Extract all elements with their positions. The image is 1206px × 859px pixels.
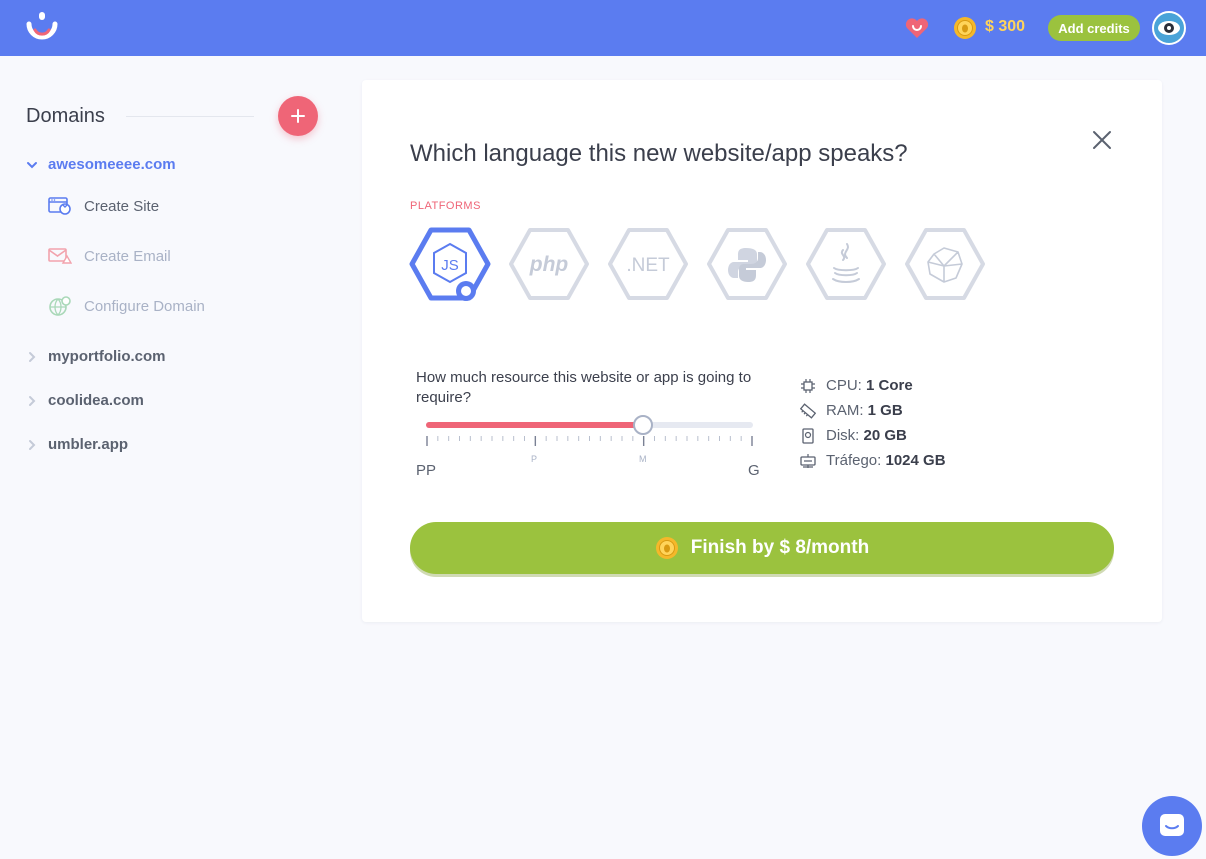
dotnet-label: .NET <box>626 255 670 276</box>
modal-title: Which language this new website/app spea… <box>410 140 908 167</box>
spec-traffic: Tráfego: 1024 GB <box>800 452 946 469</box>
globe-icon <box>49 296 71 316</box>
php-icon[interactable]: php <box>508 226 590 304</box>
spec-cpu-value: 1 Core <box>866 377 913 394</box>
spec-traffic-value: 1024 GB <box>885 452 946 469</box>
spec-cpu-label: CPU: <box>826 377 862 394</box>
create-site-label: Create Site <box>84 197 160 215</box>
spec-disk: Disk: 20 GB <box>800 427 907 444</box>
disk-icon <box>802 427 814 444</box>
user-avatar-icon <box>1154 13 1184 43</box>
resource-slider[interactable] <box>426 415 753 435</box>
python-icon[interactable] <box>706 226 788 304</box>
chevron-right-icon <box>29 351 36 362</box>
spec-disk-value: 20 GB <box>863 427 907 444</box>
resource-question: How much resource this website or app is… <box>416 369 752 406</box>
umbler-logo-icon[interactable] <box>24 10 60 46</box>
scale-label-end: G <box>748 462 760 479</box>
nodejs-icon[interactable]: JS <box>409 226 491 304</box>
domain-item-myportfolio[interactable]: myportfolio.com <box>26 348 166 365</box>
spec-disk-label: Disk: <box>826 427 860 444</box>
php-label: php <box>529 253 569 276</box>
domain-label: coolidea.com <box>48 392 144 409</box>
top-bar: $ 300 Add credits <box>0 0 1206 56</box>
configure-domain-label: Configure Domain <box>84 297 205 315</box>
create-email-item[interactable]: Create Email <box>48 245 171 267</box>
configure-domain-item[interactable]: Configure Domain <box>48 295 205 317</box>
spec-ram-value: 1 GB <box>867 402 903 419</box>
scale-label-small: P <box>531 454 538 464</box>
domain-label: umbler.app <box>48 436 129 453</box>
scale-label-medium: M <box>639 454 647 464</box>
svg-text:JS: JS <box>441 257 459 274</box>
resource-slider-thumb[interactable] <box>633 415 653 435</box>
add-domain-button[interactable] <box>278 96 318 136</box>
plus-icon <box>291 109 305 123</box>
domain-item-umbler-app[interactable]: umbler.app <box>26 436 128 453</box>
coin-icon <box>954 17 976 39</box>
chevron-right-icon <box>29 439 36 450</box>
coin-icon <box>655 537 678 559</box>
spec-ram-label: RAM: <box>826 402 864 419</box>
spec-ram: RAM: 1 GB <box>800 402 903 419</box>
credits-amount: $ 300 <box>985 18 1026 35</box>
chat-icon <box>1160 814 1184 836</box>
new-site-modal: Which language this new website/app spea… <box>362 80 1162 622</box>
heart-badge-icon[interactable] <box>904 16 930 40</box>
sidebar-divider <box>126 116 254 117</box>
avatar[interactable] <box>1152 11 1186 45</box>
spec-cpu: CPU: 1 Core <box>800 377 913 394</box>
create-site-item[interactable]: Create Site <box>48 195 159 217</box>
ram-icon <box>800 402 816 419</box>
add-credits-button[interactable]: Add credits <box>1048 15 1140 41</box>
create-email-label: Create Email <box>84 247 171 265</box>
chevron-right-icon <box>29 395 36 406</box>
sidebar-title: Domains <box>26 105 105 127</box>
spec-traffic-label: Tráfego: <box>826 452 882 469</box>
resource-scale-ticks <box>426 436 753 446</box>
platforms-label: PLATFORMS <box>410 200 481 212</box>
domain-label: awesomeeee.com <box>48 156 176 173</box>
resource-slider-fill <box>426 422 643 428</box>
ruby-icon[interactable] <box>904 226 986 304</box>
chevron-down-icon <box>27 161 37 168</box>
domain-item-awesomeeee[interactable]: awesomeeee.com <box>26 156 176 173</box>
envelope-icon <box>48 248 72 264</box>
cpu-icon <box>801 378 815 393</box>
traffic-icon <box>800 453 816 468</box>
finish-button-label: Finish by $ 8/month <box>690 537 870 558</box>
scale-label-start: PP <box>416 462 437 479</box>
domain-item-coolidea[interactable]: coolidea.com <box>26 392 144 409</box>
close-icon[interactable] <box>1090 128 1114 152</box>
browser-icon <box>48 197 71 215</box>
domain-label: myportfolio.com <box>48 348 166 365</box>
chat-launcher-button[interactable] <box>1142 796 1202 856</box>
finish-button[interactable]: Finish by $ 8/month <box>410 522 1114 574</box>
java-icon[interactable] <box>805 226 887 304</box>
dotnet-icon[interactable]: .NET <box>607 226 689 304</box>
